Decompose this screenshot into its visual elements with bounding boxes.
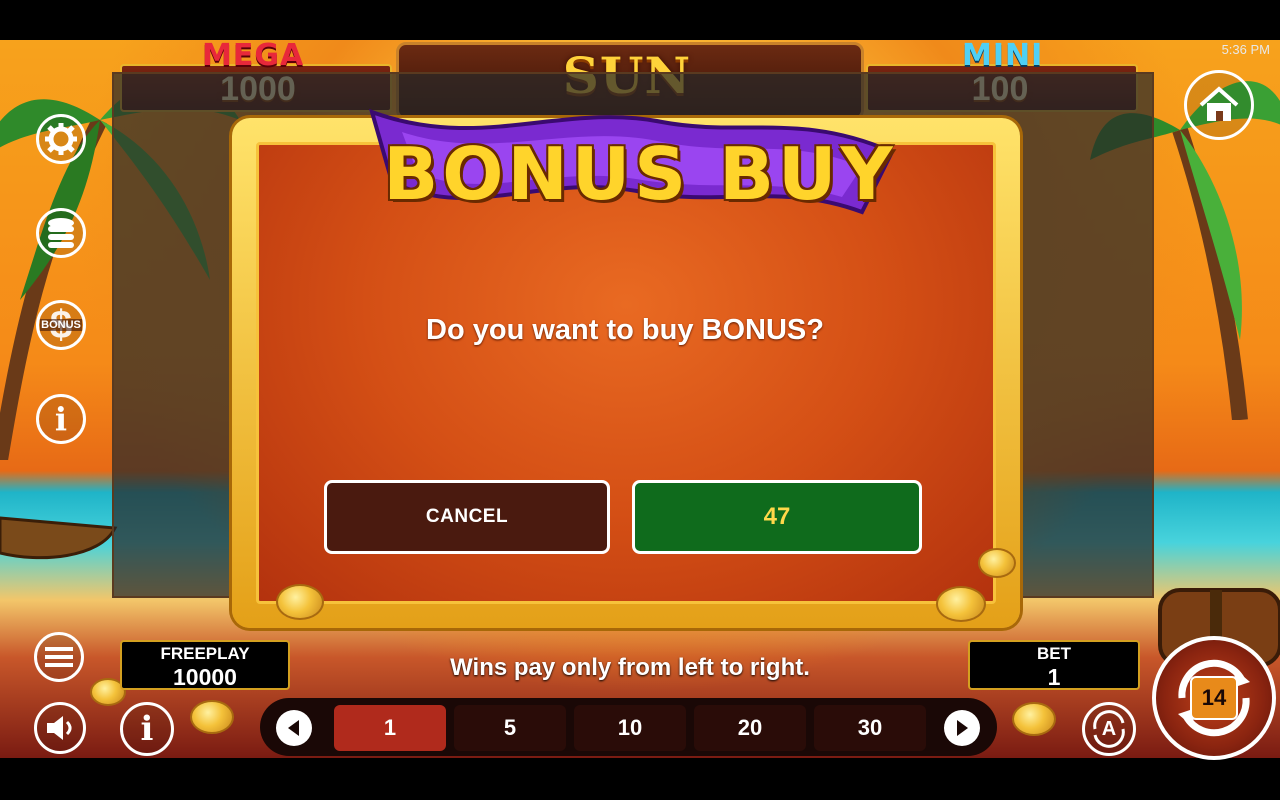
boat-decoration bbox=[0, 516, 118, 560]
freeplay-panel: FREEPLAY 10000 bbox=[120, 640, 290, 690]
bet-option-30[interactable]: 30 bbox=[814, 705, 926, 751]
bet-next-button[interactable] bbox=[944, 710, 980, 746]
cancel-button[interactable]: CANCEL bbox=[324, 480, 610, 554]
coins-button[interactable] bbox=[36, 208, 86, 258]
dialog-title: BONUS BUY bbox=[383, 132, 897, 216]
freeplay-label: FREEPLAY bbox=[160, 644, 250, 663]
bet-option-5[interactable]: 5 bbox=[454, 705, 566, 751]
bet-option-1[interactable]: 1 bbox=[334, 705, 446, 751]
bet-option-10[interactable]: 10 bbox=[574, 705, 686, 751]
spin-counter: 14 bbox=[1190, 676, 1238, 720]
speaker-icon bbox=[47, 716, 72, 740]
info-button[interactable]: i bbox=[36, 394, 86, 444]
menu-icon bbox=[45, 647, 73, 667]
arrow-right-icon bbox=[957, 720, 968, 736]
bet-prev-button[interactable] bbox=[276, 710, 312, 746]
autoplay-label: A bbox=[1101, 717, 1117, 740]
status-clock: 5:36 PM bbox=[1221, 42, 1270, 57]
wins-message: Wins pay only from left to right. bbox=[450, 654, 810, 681]
home-button[interactable] bbox=[1184, 70, 1254, 140]
spin-button[interactable]: 14 bbox=[1152, 636, 1276, 760]
bet-value: 1 bbox=[1047, 664, 1061, 690]
gear-icon bbox=[45, 123, 77, 155]
home-icon bbox=[1199, 86, 1239, 121]
sound-button[interactable] bbox=[34, 702, 86, 754]
coin-stack-icon bbox=[48, 218, 74, 248]
dialog-question: Do you want to buy BONUS? bbox=[426, 314, 824, 346]
bet-panel: BET 1 bbox=[968, 640, 1140, 690]
coin-decoration bbox=[190, 700, 234, 734]
paytable-info-button[interactable]: i bbox=[120, 702, 174, 756]
bonus-button[interactable]: $ BONUS bbox=[36, 300, 86, 350]
coin-decoration bbox=[936, 586, 986, 622]
info-icon: i bbox=[140, 709, 154, 749]
bet-option-20[interactable]: 20 bbox=[694, 705, 806, 751]
bet-label: BET bbox=[1037, 644, 1071, 663]
buy-bonus-button[interactable]: 47 bbox=[632, 480, 922, 554]
arrow-left-icon bbox=[288, 720, 299, 736]
bonus-label: BONUS bbox=[40, 319, 82, 331]
autoplay-button[interactable]: A bbox=[1082, 702, 1136, 756]
freeplay-value: 10000 bbox=[173, 664, 237, 690]
settings-button[interactable] bbox=[36, 114, 86, 164]
coin-decoration bbox=[978, 548, 1016, 578]
mega-jackpot-label: MEGA bbox=[202, 38, 305, 73]
info-icon: i bbox=[54, 400, 68, 438]
mini-jackpot-label: MINI bbox=[962, 38, 1044, 73]
menu-button[interactable] bbox=[34, 632, 84, 682]
coin-decoration bbox=[1012, 702, 1056, 736]
coin-decoration bbox=[276, 584, 324, 620]
